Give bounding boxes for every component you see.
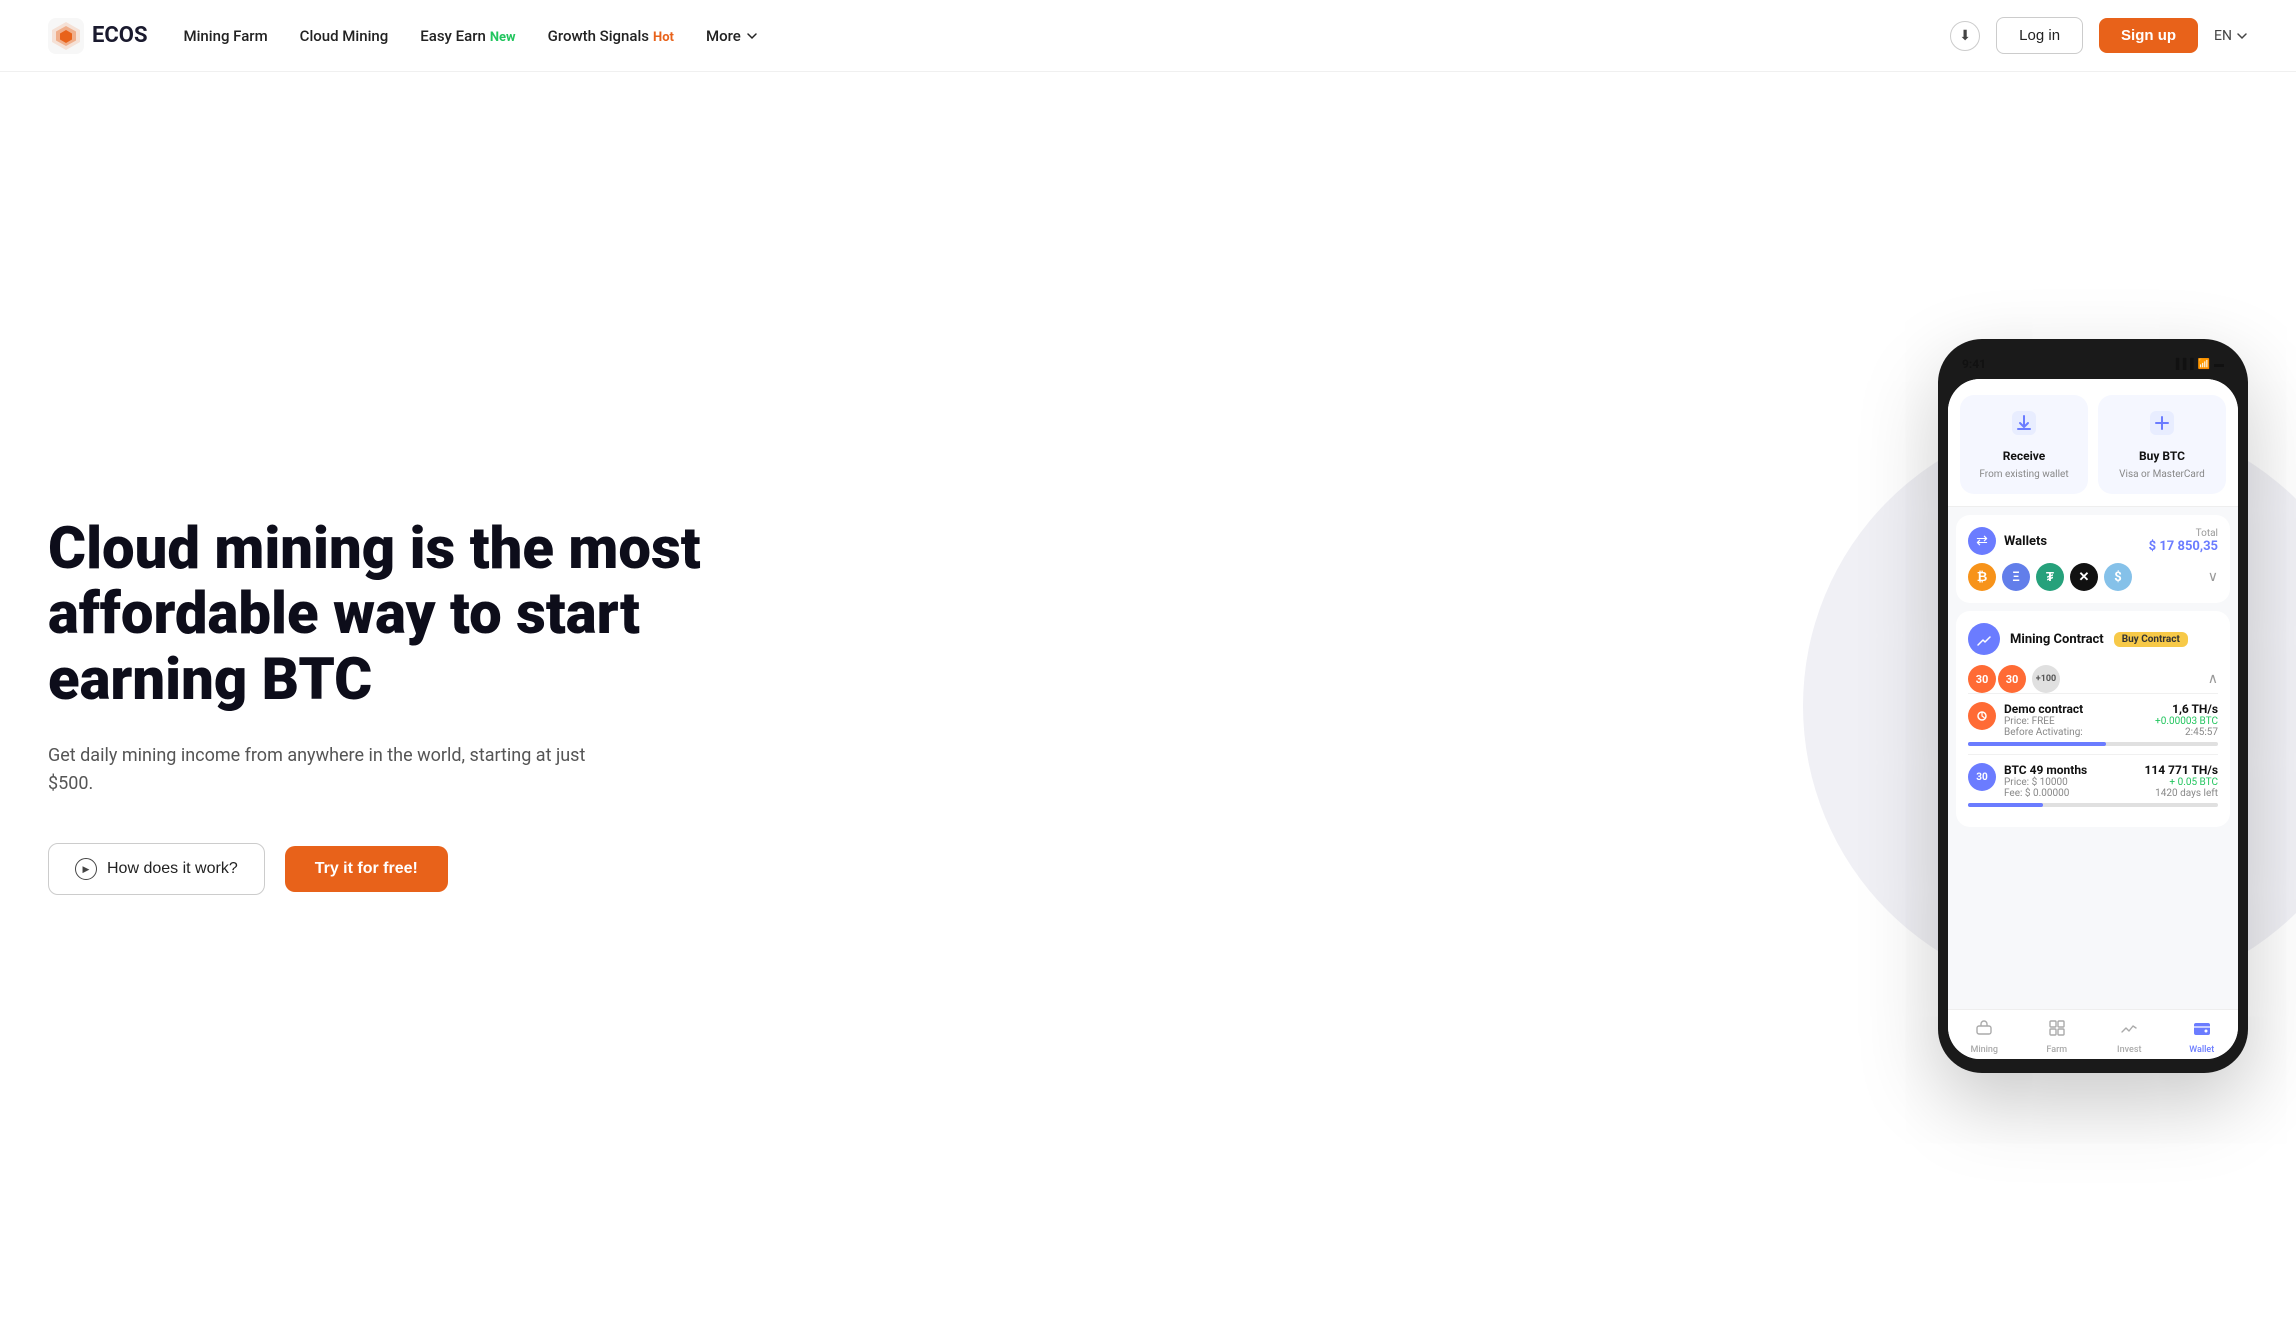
nav-right: ⬇ Log in Sign up EN — [1950, 17, 2248, 54]
nav-links: Mining Farm Cloud Mining Easy EarnNew Gr… — [183, 27, 758, 45]
coin-eth[interactable]: Ξ — [2002, 563, 2030, 591]
how-it-works-button[interactable]: ▶ How does it work? — [48, 843, 265, 895]
receive-title: Receive — [2003, 449, 2046, 463]
btc-contract-left: 30 BTC 49 months Price: $ 10000 Fee: $ 0… — [1968, 763, 2087, 799]
demo-contract-left: Demo contract Price: FREE Before Activat… — [1968, 702, 2083, 738]
bottom-nav-invest[interactable]: Invest — [2093, 1018, 2166, 1055]
nav-link-mining-farm[interactable]: Mining Farm — [183, 27, 267, 45]
receive-icon — [2010, 409, 2038, 443]
buy-btc-sub: Visa or MasterCard — [2119, 469, 2205, 480]
badge-new: New — [490, 30, 516, 45]
btc-progress-fill — [1968, 803, 2043, 807]
bottom-nav-wallet[interactable]: Wallet — [2166, 1018, 2239, 1055]
nav-left: ECOS Mining Farm Cloud Mining Easy EarnN… — [48, 18, 759, 54]
signal-icon: ▐▐▐ — [2172, 359, 2193, 370]
logo[interactable]: ECOS — [48, 18, 147, 54]
mining-title: Mining Contract — [2010, 632, 2104, 647]
contract-more: +100 — [2032, 665, 2060, 693]
wifi-icon: 📶 — [2198, 359, 2210, 370]
wallet-coins-row: ₿ Ξ ₮ ✕ $ ∨ — [1968, 563, 2218, 591]
download-icon[interactable]: ⬇ — [1950, 21, 1980, 51]
nav-link-easy-earn[interactable]: Easy EarnNew — [420, 27, 515, 45]
hero-content: Cloud mining is the most affordable way … — [48, 517, 768, 895]
contract-num-30: 30 — [1968, 665, 1996, 693]
bottom-nav-mining[interactable]: Mining — [1948, 1018, 2021, 1055]
phone-status-bar: 9:41 ▐▐▐ 📶 ▬ — [1948, 353, 2238, 379]
demo-contract-icon — [1968, 702, 1996, 730]
mining-header: Mining Contract Buy Contract — [1968, 623, 2218, 655]
login-button[interactable]: Log in — [1996, 17, 2083, 54]
btc-contract-info: BTC 49 months Price: $ 10000 Fee: $ 0.00… — [2004, 763, 2087, 799]
contracts-toggle-icon[interactable]: ∧ — [2208, 671, 2218, 687]
hero-section: Cloud mining is the most affordable way … — [0, 72, 2296, 1320]
buy-contract-badge[interactable]: Buy Contract — [2114, 632, 2188, 647]
play-icon: ▶ — [75, 858, 97, 880]
btc-fee: Fee: $ 0.00000 — [2004, 788, 2087, 799]
mining-icon — [1968, 623, 2000, 655]
wallet-nav-icon — [2192, 1018, 2212, 1043]
badge-hot: Hot — [653, 30, 674, 45]
mining-section: Mining Contract Buy Contract 30 30 +100 … — [1956, 611, 2230, 827]
demo-progress-fill — [1968, 742, 2106, 746]
wallets-icon: ⇄ — [1968, 527, 1996, 555]
nav-more-dropdown[interactable]: More — [706, 27, 759, 45]
logo-text: ECOS — [92, 23, 147, 48]
phone-status-icons: ▐▐▐ 📶 ▬ — [2172, 359, 2224, 370]
action-buy-btc[interactable]: Buy BTC Visa or MasterCard — [2098, 395, 2226, 494]
action-receive[interactable]: Receive From existing wallet — [1960, 395, 2088, 494]
buy-btc-title: Buy BTC — [2139, 449, 2185, 463]
btc-contract-row: 30 BTC 49 months Price: $ 10000 Fee: $ 0… — [1968, 763, 2218, 799]
hero-subtitle: Get daily mining income from anywhere in… — [48, 742, 628, 800]
coins-toggle-icon[interactable]: ∨ — [2208, 569, 2218, 585]
nav-link-growth-signals[interactable]: Growth SignalsHot — [548, 27, 674, 45]
invest-nav-icon — [2119, 1018, 2139, 1043]
phone-bottom-nav: Mining Farm Invest — [1948, 1009, 2238, 1059]
coin-btc[interactable]: ₿ — [1968, 563, 1996, 591]
demo-contract-row: Demo contract Price: FREE Before Activat… — [1968, 702, 2218, 738]
receive-sub: From existing wallet — [1979, 469, 2068, 480]
mining-nav-icon — [1974, 1018, 1994, 1043]
navbar: ECOS Mining Farm Cloud Mining Easy EarnN… — [0, 0, 2296, 72]
phone-mockup: 9:41 ▐▐▐ 📶 ▬ — [1938, 339, 2248, 1073]
demo-progress-bar — [1968, 742, 2218, 746]
contract-num-30-2: 30 — [1998, 665, 2026, 693]
phone-actions: Receive From existing wallet Buy BTC — [1948, 379, 2238, 507]
btc-progress-bar — [1968, 803, 2218, 807]
battery-icon: ▬ — [2214, 359, 2224, 370]
hero-phone-area: 9:41 ▐▐▐ 📶 ▬ — [1938, 339, 2248, 1073]
wallets-total: Total $ 17 850,35 — [2149, 528, 2218, 554]
language-selector[interactable]: EN — [2214, 28, 2248, 44]
wallets-header: ⇄ Wallets Total $ 17 850,35 — [1968, 527, 2218, 555]
phone-outer: 9:41 ▐▐▐ 📶 ▬ — [1938, 339, 2248, 1073]
wallets-section: ⇄ Wallets Total $ 17 850,35 ₿ Ξ ₮ — [1956, 515, 2230, 603]
coin-usd[interactable]: $ — [2104, 563, 2132, 591]
demo-contract: Demo contract Price: FREE Before Activat… — [1968, 693, 2218, 754]
demo-contract-right: 1,6 TH/s +0.00003 BTC 2:45:57 — [2155, 702, 2218, 738]
phone-time: 9:41 — [1962, 357, 1986, 371]
buy-btc-icon — [2148, 409, 2176, 443]
wallets-title: Wallets — [2004, 534, 2047, 549]
bottom-nav-farm[interactable]: Farm — [2021, 1018, 2094, 1055]
btc-contract-icon: 30 — [1968, 763, 1996, 791]
btc-contract-right: 114 771 TH/s + 0.05 BTC 1420 days left — [2145, 763, 2219, 799]
signup-button[interactable]: Sign up — [2099, 18, 2198, 53]
try-free-button[interactable]: Try it for free! — [285, 846, 448, 892]
farm-nav-icon — [2047, 1018, 2067, 1043]
demo-contract-info: Demo contract Price: FREE Before Activat… — [2004, 702, 2083, 738]
contract-icons-row: 30 30 +100 ∧ — [1968, 665, 2218, 693]
phone-screen: Receive From existing wallet Buy BTC — [1948, 379, 2238, 1059]
hero-title: Cloud mining is the most affordable way … — [48, 517, 768, 714]
coin-usdt[interactable]: ₮ — [2036, 563, 2064, 591]
nav-link-cloud-mining[interactable]: Cloud Mining — [300, 27, 389, 45]
demo-before: Before Activating: — [2004, 727, 2083, 738]
hero-buttons: ▶ How does it work? Try it for free! — [48, 843, 768, 895]
coin-xrp[interactable]: ✕ — [2070, 563, 2098, 591]
btc-contract: 30 BTC 49 months Price: $ 10000 Fee: $ 0… — [1968, 754, 2218, 815]
